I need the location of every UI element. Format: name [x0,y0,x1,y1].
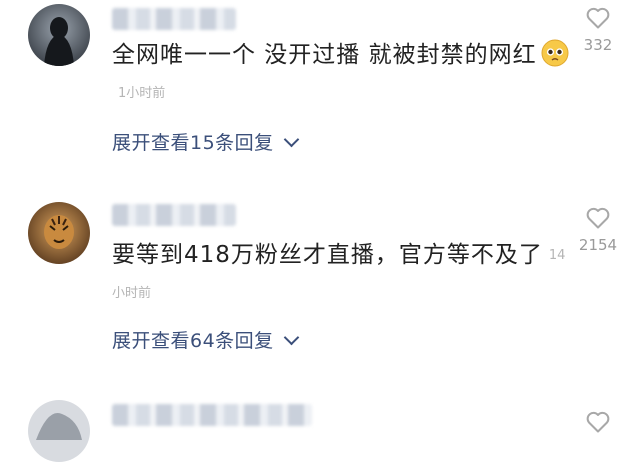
pleading-face-emoji-icon [541,39,569,67]
username-blurred[interactable] [112,404,312,426]
avatar[interactable] [28,202,90,264]
chevron-down-icon [283,131,299,148]
avatar[interactable] [28,400,90,462]
like-count: 332 [583,36,613,54]
like-count: 2154 [578,236,618,254]
username-blurred[interactable] [112,204,236,226]
heart-outline-icon [586,7,610,29]
chevron-down-icon [283,329,299,346]
like-button[interactable]: 332 [578,6,618,54]
heart-outline-icon [586,411,610,433]
like-button[interactable] [578,410,618,434]
username-blurred[interactable] [112,8,236,30]
comment-text: 要等到418万粉丝才直播，官方等不及了 14小时前 [112,242,566,301]
comment-text: 全网唯一一个 没开过播 就被封禁的网红1小时前 [112,36,572,113]
like-button[interactable]: 2154 [578,206,618,254]
comment-time: 1小时前 [118,85,166,101]
heart-outline-icon [586,207,610,229]
expand-replies-button[interactable]: 展开查看64条回复 [112,326,299,353]
avatar[interactable] [28,4,90,66]
expand-replies-button[interactable]: 展开查看15条回复 [112,128,299,155]
